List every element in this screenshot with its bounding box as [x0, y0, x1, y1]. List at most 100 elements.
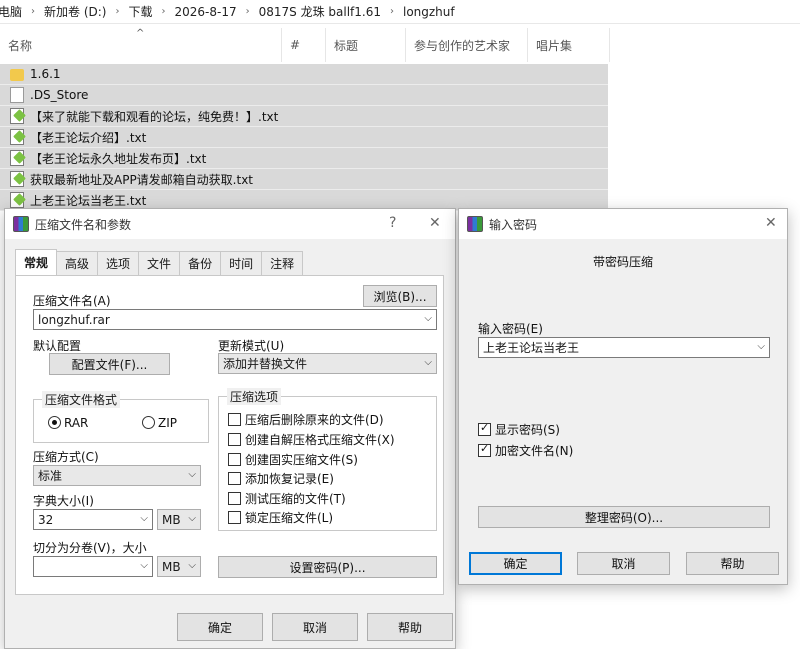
checkbox-icon — [228, 433, 241, 446]
column-header-album[interactable]: 唱片集 — [528, 28, 610, 62]
breadcrumb-item[interactable]: 电脑 — [0, 3, 26, 20]
txt-icon — [10, 108, 24, 124]
help-button[interactable]: 帮助 — [367, 613, 453, 641]
tab-backup[interactable]: 备份 — [179, 251, 222, 275]
chevron-down-icon: ⌵ — [140, 560, 148, 571]
profiles-button[interactable]: 配置文件(F)... — [49, 353, 170, 375]
file-list: 1.6.1 .DS_Store 【来了就能下载和观看的论坛，纯免费！】.txt … — [0, 64, 608, 211]
update-mode-value: 添加并替换文件 — [223, 357, 308, 371]
column-header-name[interactable]: 名称 ^ — [0, 28, 282, 62]
format-zip-radio[interactable]: ZIP — [142, 416, 177, 430]
organize-passwords-button[interactable]: 整理密码(O)... — [478, 506, 770, 528]
split-size-combo[interactable]: ⌵ — [33, 556, 153, 577]
tab-files[interactable]: 文件 — [138, 251, 181, 275]
column-header-artist[interactable]: 参与创作的艺术家 — [406, 28, 528, 62]
checkbox-checked-icon — [478, 421, 491, 436]
help-button[interactable]: 帮助 — [686, 552, 779, 575]
option-label: 压缩后删除原来的文件(D) — [245, 413, 384, 427]
option-label: 锁定压缩文件(L) — [245, 511, 334, 525]
column-artist-label: 参与创作的艺术家 — [414, 38, 511, 53]
txt-icon — [10, 129, 24, 145]
breadcrumb-item[interactable]: longzhuf — [399, 5, 459, 19]
dict-size-label: 字典大小(I) — [33, 494, 94, 508]
archive-name-label: 压缩文件名(A) — [33, 294, 111, 308]
option-solid[interactable]: 创建固实压缩文件(S) — [228, 451, 358, 468]
tab-time[interactable]: 时间 — [220, 251, 263, 275]
archive-name-combo[interactable]: longzhuf.rar ⌵ — [33, 309, 437, 330]
option-test[interactable]: 测试压缩的文件(T) — [228, 490, 346, 507]
option-label: 测试压缩的文件(T) — [245, 492, 346, 506]
options-group: 压缩选项 压缩后删除原来的文件(D) 创建自解压格式压缩文件(X) 创建固实压缩… — [218, 388, 437, 531]
radio-unchecked-icon — [142, 416, 155, 429]
dict-unit-select[interactable]: MB ⌵ — [157, 509, 201, 530]
browse-button[interactable]: 浏览(B)... — [363, 285, 437, 307]
radio-checked-icon — [48, 416, 61, 429]
column-album-label: 唱片集 — [536, 38, 573, 53]
column-header-row: 名称 ^ # 标题 参与创作的艺术家 唱片集 — [0, 28, 610, 62]
list-item[interactable]: 【老王论坛介绍】.txt — [0, 127, 608, 148]
tab-comment[interactable]: 注释 — [261, 251, 304, 275]
set-password-button[interactable]: 设置密码(P)... — [218, 556, 437, 578]
dict-size-combo[interactable]: 32 ⌵ — [33, 509, 153, 530]
checkbox-icon — [228, 492, 241, 505]
file-icon — [10, 87, 24, 103]
column-header-number[interactable]: # — [282, 28, 326, 62]
cancel-button[interactable]: 取消 — [272, 613, 358, 641]
format-group: 压缩文件格式 RAR ZIP — [33, 391, 209, 443]
file-name: 【来了就能下载和观看的论坛，纯免费！】.txt — [30, 109, 279, 124]
password-dialog: 输入密码 ✕ 带密码压缩 输入密码(E) 上老王论坛当老王 ⌵ 显示密码(S) … — [458, 208, 788, 585]
option-recovery[interactable]: 添加恢复记录(E) — [228, 470, 334, 487]
ok-button[interactable]: 确定 — [177, 613, 263, 641]
password-label: 输入密码(E) — [478, 322, 543, 336]
file-name: 上老王论坛当老王.txt — [30, 193, 147, 208]
encrypt-names-checkbox[interactable]: 加密文件名(N) — [478, 442, 573, 459]
option-delete-after[interactable]: 压缩后删除原来的文件(D) — [228, 411, 384, 428]
close-icon[interactable]: ✕ — [765, 215, 777, 231]
tab-advanced[interactable]: 高级 — [56, 251, 99, 275]
cancel-button[interactable]: 取消 — [577, 552, 670, 575]
list-item[interactable]: 获取最新地址及APP请发邮箱自动获取.txt — [0, 169, 608, 190]
checkbox-icon — [228, 413, 241, 426]
split-unit-select[interactable]: MB ⌵ — [157, 556, 201, 577]
chevron-right-icon: › — [245, 6, 250, 17]
chevron-down-icon: ⌵ — [757, 341, 765, 352]
tab-options[interactable]: 选项 — [97, 251, 140, 275]
option-sfx[interactable]: 创建自解压格式压缩文件(X) — [228, 431, 395, 448]
format-zip-label: ZIP — [158, 416, 177, 430]
column-header-title[interactable]: 标题 — [326, 28, 406, 62]
chevron-down-icon: ⌵ — [188, 513, 196, 524]
archive-name-value: longzhuf.rar — [38, 312, 110, 327]
checkbox-checked-icon — [478, 442, 491, 457]
column-name-label: 名称 — [8, 38, 33, 53]
list-item[interactable]: .DS_Store — [0, 85, 608, 106]
password-combo[interactable]: 上老王论坛当老王 ⌵ — [478, 337, 770, 358]
close-icon[interactable]: ✕ — [429, 215, 441, 231]
breadcrumb-item[interactable]: 下载 — [124, 3, 156, 20]
breadcrumb-item[interactable]: 2026-8-17 — [171, 5, 241, 19]
format-rar-radio[interactable]: RAR — [48, 416, 88, 430]
ok-button[interactable]: 确定 — [469, 552, 562, 575]
split-unit-value: MB — [162, 559, 181, 574]
method-select[interactable]: 标准 ⌵ — [33, 465, 201, 486]
default-profile-label: 默认配置 — [33, 339, 82, 353]
help-icon[interactable]: ? — [389, 215, 396, 231]
breadcrumb-item[interactable]: 新加卷 (D:) — [40, 3, 110, 20]
file-name: .DS_Store — [30, 88, 89, 102]
option-label: 创建自解压格式压缩文件(X) — [245, 433, 395, 447]
list-item[interactable]: 1.6.1 — [0, 64, 608, 85]
tab-general[interactable]: 常规 — [15, 249, 58, 275]
txt-icon — [10, 150, 24, 166]
show-password-checkbox[interactable]: 显示密码(S) — [478, 421, 560, 438]
split-label: 切分为分卷(V)，大小 — [33, 541, 147, 555]
chevron-down-icon: ⌵ — [188, 469, 196, 480]
update-mode-select[interactable]: 添加并替换文件 ⌵ — [218, 353, 437, 374]
chevron-down-icon: ⌵ — [140, 513, 148, 524]
list-item[interactable]: 【老王论坛永久地址发布页】.txt — [0, 148, 608, 169]
list-item[interactable]: 【来了就能下载和观看的论坛，纯免费！】.txt — [0, 106, 608, 127]
breadcrumb-item[interactable]: 0817S 龙珠 ballf1.61 — [255, 3, 385, 20]
tab-bar: 常规 高级 选项 文件 备份 时间 注释 — [15, 249, 304, 275]
encrypt-names-label: 加密文件名(N) — [495, 444, 574, 458]
tab-panel-general: 压缩文件名(A) 浏览(B)... longzhuf.rar ⌵ 默认配置 配置… — [15, 275, 444, 595]
password-heading: 带密码压缩 — [592, 255, 653, 269]
option-lock[interactable]: 锁定压缩文件(L) — [228, 509, 333, 526]
